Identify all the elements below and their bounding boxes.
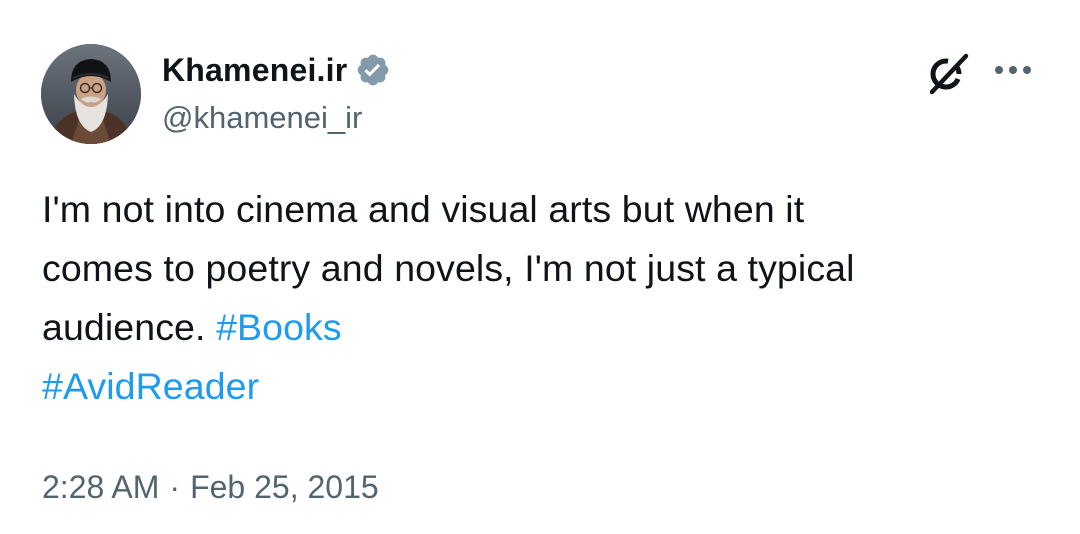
avatar-image (41, 44, 141, 144)
tweet-time: 2:28 AM (42, 469, 160, 505)
hashtag-avidreader[interactable]: #AvidReader (42, 365, 259, 407)
grok-icon (929, 53, 969, 95)
author-name-row: Khamenei.ir (162, 46, 391, 94)
more-options-icon (995, 66, 1031, 74)
tweet-text-line: #AvidReader (42, 357, 1042, 416)
avatar[interactable] (41, 44, 141, 144)
tweet-text: I'm not into cinema and visual arts but … (42, 180, 1042, 416)
tweet-text-line: comes to poetry and novels, I'm not just… (42, 247, 855, 289)
grok-button[interactable] (924, 50, 972, 98)
hashtag-books[interactable]: #Books (216, 306, 342, 348)
user-handle[interactable]: @khamenei_ir (162, 96, 362, 140)
tweet-date: Feb 25, 2015 (190, 469, 379, 505)
verified-badge-icon (358, 54, 389, 86)
tweet-text-line: I'm not into cinema and visual arts but … (42, 188, 805, 230)
tweet-timestamp[interactable]: 2:28 AM · Feb 25, 2015 (42, 464, 379, 510)
display-name[interactable]: Khamenei.ir (162, 46, 347, 94)
more-options-button[interactable] (990, 50, 1038, 90)
tweet-text-fragment: audience. (42, 306, 206, 348)
tweet-text-line: audience. #Books (42, 298, 1042, 357)
timestamp-separator: · (169, 469, 181, 505)
